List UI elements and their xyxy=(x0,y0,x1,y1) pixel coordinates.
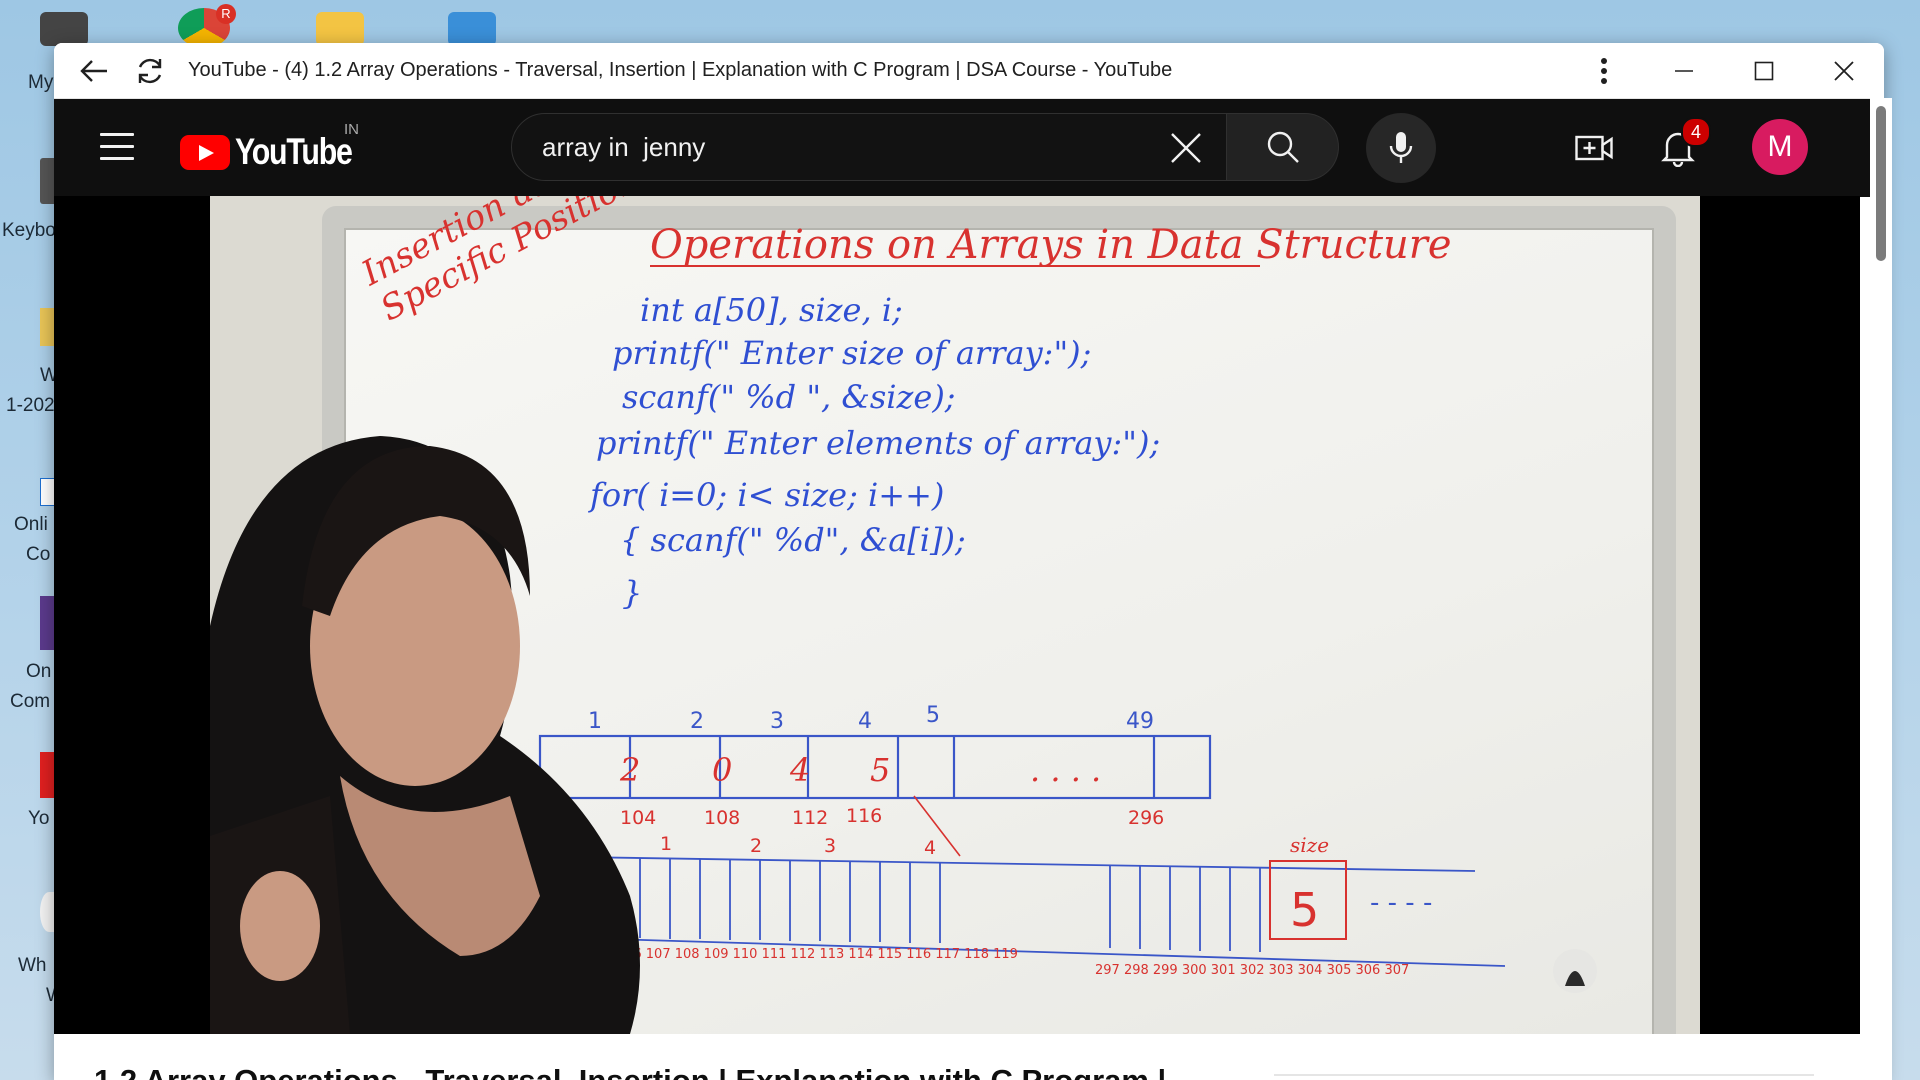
array-index-1: 1 xyxy=(588,709,602,734)
youtube-header: YouTube IN 4 M xyxy=(54,99,1884,197)
code-line-5: for( i=0; i< size; i++) xyxy=(588,476,944,514)
create-video-button[interactable] xyxy=(1570,124,1618,172)
array-index-labels: 1 2 3 4 5 49 xyxy=(588,703,1154,734)
desktop-label-on: On xyxy=(26,661,52,682)
search-button[interactable] xyxy=(1227,113,1339,181)
maximize-button[interactable] xyxy=(1724,43,1804,98)
memory-index-labels: 0 1 2 3 4 xyxy=(580,831,936,859)
refresh-button[interactable] xyxy=(122,43,178,98)
chrome-badge: R xyxy=(216,4,236,24)
code-line-4: printf(" Enter elements of array:"); xyxy=(596,424,1160,462)
trailing-dashes: - - - - xyxy=(1370,888,1432,918)
search-icon xyxy=(1267,131,1299,163)
memory-index-2: 2 xyxy=(750,835,762,857)
array-index-2: 2 xyxy=(690,709,704,734)
youtube-play-icon xyxy=(180,134,230,170)
memory-index-3: 3 xyxy=(824,835,836,857)
array-address-112: 112 xyxy=(792,807,828,829)
folder-icon[interactable] xyxy=(316,12,364,46)
minimize-icon xyxy=(1675,69,1693,72)
hamburger-line xyxy=(100,145,134,148)
youtube-logo-text: YouTube xyxy=(235,131,353,172)
whiteboard-drawing: Insertion at Specific Position:- Operati… xyxy=(210,196,1597,1034)
video-player[interactable]: Insertion at Specific Position:- Operati… xyxy=(54,196,1860,1034)
size-label: size xyxy=(1290,833,1329,857)
close-window-button[interactable] xyxy=(1804,43,1884,98)
code-line-7: } xyxy=(622,574,642,612)
maximize-icon xyxy=(1754,61,1774,80)
hamburger-line xyxy=(100,157,134,160)
scrollbar-thumb[interactable] xyxy=(1876,106,1886,261)
array-value-4: 4 xyxy=(789,751,810,789)
array-index-4: 4 xyxy=(858,709,872,734)
board-heading: Operations on Arrays in Data Structure xyxy=(650,222,1452,268)
notification-count-badge: 4 xyxy=(1681,117,1711,147)
back-arrow-icon xyxy=(80,59,107,82)
close-icon xyxy=(1834,60,1854,81)
refresh-icon xyxy=(138,58,162,83)
array-value-2: 2 xyxy=(619,751,640,789)
kebab-menu-icon xyxy=(1601,57,1607,84)
memory-addresses-2: 297 298 299 300 301 302 303 304 305 306 … xyxy=(1095,963,1409,978)
youtube-app-window: YouTube - (4) 1.2 Array Operations - Tra… xyxy=(54,43,1884,1080)
code-block: int a[50], size, i; printf(" Enter size … xyxy=(588,291,1160,612)
desktop-label-keyboard: Keybo xyxy=(2,220,56,241)
desktop-label-online: Onli xyxy=(14,514,48,535)
array-index-3: 3 xyxy=(770,709,784,734)
desktop-label-date: 1-202 xyxy=(6,395,55,416)
create-video-icon xyxy=(1575,135,1613,161)
title-bar: YouTube - (4) 1.2 Array Operations - Tra… xyxy=(54,43,1884,99)
array-value-0: 0 xyxy=(712,751,732,789)
microphone-icon xyxy=(1389,132,1413,163)
array-address-104: 104 xyxy=(620,807,656,829)
code-line-2: printf(" Enter size of array:"); xyxy=(612,334,1091,372)
memory-index-1: 1 xyxy=(660,833,672,855)
array-address-labels: 100 104 108 112 116 296 xyxy=(528,805,1164,829)
search-box xyxy=(511,113,1227,181)
chrome-app-icon[interactable]: R xyxy=(178,4,236,48)
search-input[interactable] xyxy=(540,130,1104,164)
camera-app-icon[interactable] xyxy=(40,12,88,46)
page-scrollbar[interactable] xyxy=(1870,98,1892,1080)
more-options-button[interactable] xyxy=(1564,43,1644,98)
video-frame[interactable]: Insertion at Specific Position:- Operati… xyxy=(210,196,1700,1034)
size-value: 5 xyxy=(1290,883,1319,937)
array-address-296: 296 xyxy=(1128,807,1164,829)
sidebar-divider xyxy=(1274,1074,1814,1080)
code-line-6: { scanf(" %d", &a[i]); xyxy=(620,521,966,559)
array-value-labels: 2 0 4 5 . . . . xyxy=(619,751,1101,789)
code-line-1: int a[50], size, i; xyxy=(640,291,903,329)
voice-search-button[interactable] xyxy=(1366,113,1436,183)
account-avatar[interactable]: M xyxy=(1752,119,1808,175)
menu-button[interactable] xyxy=(100,133,134,161)
array-value-5: 5 xyxy=(870,751,890,789)
board-side-note: Insertion at Specific Position:- xyxy=(355,196,665,330)
memory-index-4: 4 xyxy=(924,837,936,859)
desktop-label-co: Co xyxy=(26,544,51,565)
array-index-5: 5 xyxy=(926,703,940,728)
country-code: IN xyxy=(344,121,359,138)
desktop-label-wh: Wh xyxy=(18,955,47,976)
window-title: YouTube - (4) 1.2 Array Operations - Tra… xyxy=(188,59,1173,81)
close-icon xyxy=(1171,133,1201,163)
video-title: 1.2 Array Operations - Traversal, Insert… xyxy=(94,1063,1166,1080)
clear-search-button[interactable] xyxy=(1168,130,1204,166)
hamburger-menu-icon xyxy=(100,133,134,136)
array-address-116: 116 xyxy=(846,805,882,827)
array-index-49: 49 xyxy=(1126,709,1154,734)
code-line-3: scanf(" %d ", &size); xyxy=(622,378,956,416)
array-address-108: 108 xyxy=(704,807,740,829)
control-panel-icon[interactable] xyxy=(448,12,496,46)
back-button[interactable] xyxy=(66,43,122,98)
desktop-label-yo: Yo xyxy=(28,808,50,829)
minimize-button[interactable] xyxy=(1644,43,1724,98)
desktop-label-com: Com xyxy=(10,691,51,712)
array-value-dots: . . . . xyxy=(1030,751,1101,789)
